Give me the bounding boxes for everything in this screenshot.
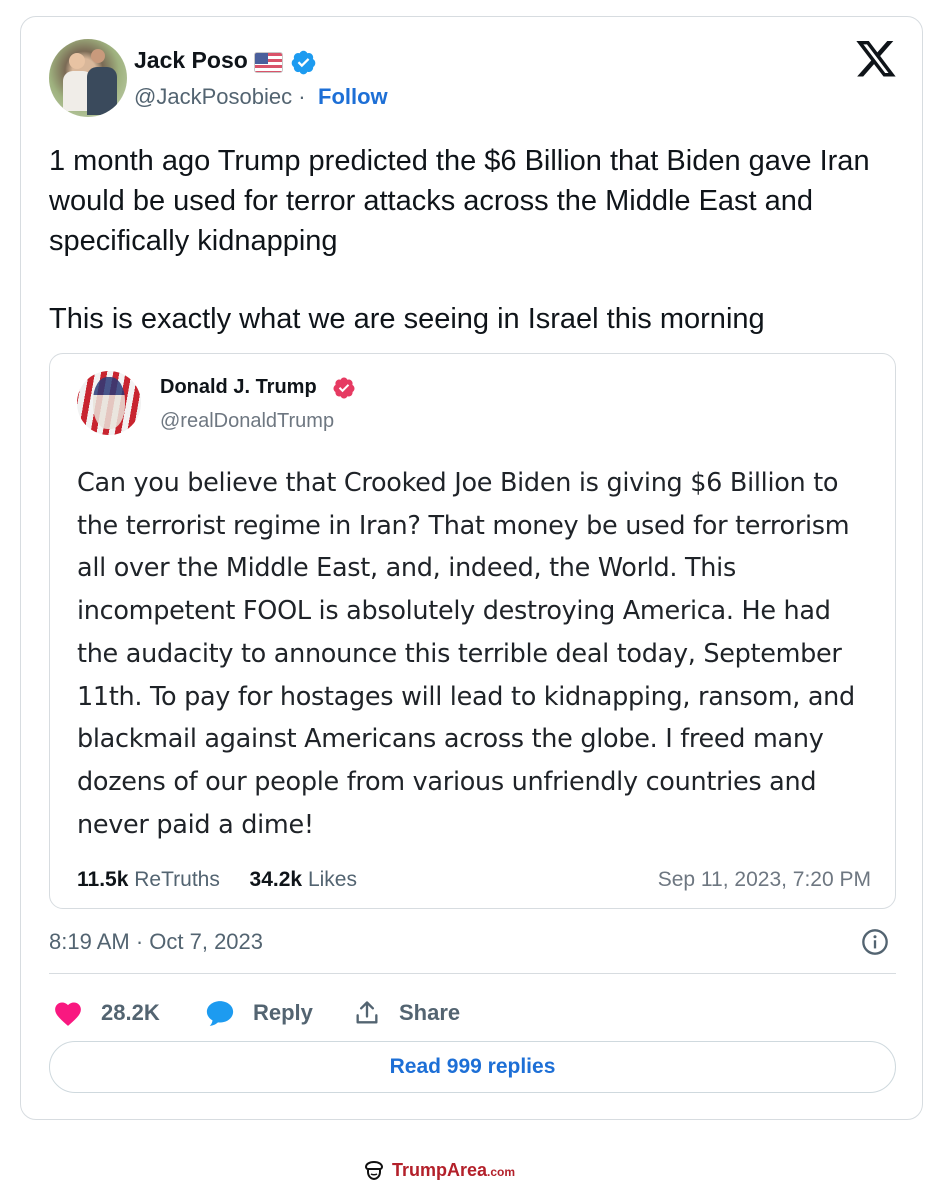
author-avatar[interactable] xyxy=(49,39,127,117)
truth-verified-badge-icon xyxy=(333,377,355,399)
quoted-author-name[interactable]: Donald J. Trump xyxy=(160,376,317,399)
divider xyxy=(49,973,896,974)
quoted-author-avatar[interactable] xyxy=(77,371,141,435)
share-label: Share xyxy=(399,1000,461,1025)
quoted-post-date: Sep 11, 2023, 7:20 PM xyxy=(657,868,871,891)
tweet-card: Jack Poso @JackPosobiec · Follow 1 month… xyxy=(20,16,923,1120)
speech-bubble-icon xyxy=(206,1001,234,1026)
quoted-post[interactable]: Donald J. Trump @realDonaldTrump Can you… xyxy=(49,353,896,909)
trump-hair-logo-icon xyxy=(364,1160,384,1181)
us-flag-icon xyxy=(254,52,283,73)
tweet-text: 1 month ago Trump predicted the $6 Billi… xyxy=(49,141,889,339)
verified-badge-icon xyxy=(291,50,316,75)
read-replies-button[interactable]: Read 999 replies xyxy=(49,1041,896,1093)
quoted-author-handle[interactable]: @realDonaldTrump xyxy=(160,410,334,433)
reply-button[interactable]: Reply xyxy=(205,993,313,1033)
share-button[interactable]: Share xyxy=(353,993,460,1033)
author-name[interactable]: Jack Poso xyxy=(134,47,248,74)
info-icon[interactable] xyxy=(861,928,889,956)
retruths-count: 11.5k xyxy=(77,868,129,891)
follow-button[interactable]: Follow xyxy=(318,84,388,110)
author-handle[interactable]: @JackPosobiec · xyxy=(134,84,306,110)
reply-label: Reply xyxy=(253,1000,313,1025)
like-button[interactable]: 28.2K xyxy=(53,993,160,1033)
likes-count: 34.2k xyxy=(249,868,303,891)
watermark-text: TrumpArea.com xyxy=(392,1159,516,1180)
retruths-label: ReTruths xyxy=(134,868,220,891)
x-logo-icon[interactable] xyxy=(856,41,896,77)
tweet-paragraph: This is exactly what we are seeing in Is… xyxy=(49,303,765,335)
handle-separator: · xyxy=(298,84,306,109)
watermark: TrumpArea.com xyxy=(362,1157,515,1182)
tweet-paragraph: 1 month ago Trump predicted the $6 Billi… xyxy=(49,145,870,257)
quoted-post-stats: 11.5k ReTruths 34.2k Likes xyxy=(77,868,357,892)
quoted-post-text: Can you believe that Crooked Joe Biden i… xyxy=(77,468,855,840)
likes-label: Likes xyxy=(307,868,357,891)
like-count: 28.2K xyxy=(101,1000,160,1025)
heart-icon xyxy=(55,1002,81,1026)
tweet-timestamp[interactable]: 8:19 AM · Oct 7, 2023 xyxy=(49,929,263,955)
share-upload-icon xyxy=(356,1001,378,1024)
